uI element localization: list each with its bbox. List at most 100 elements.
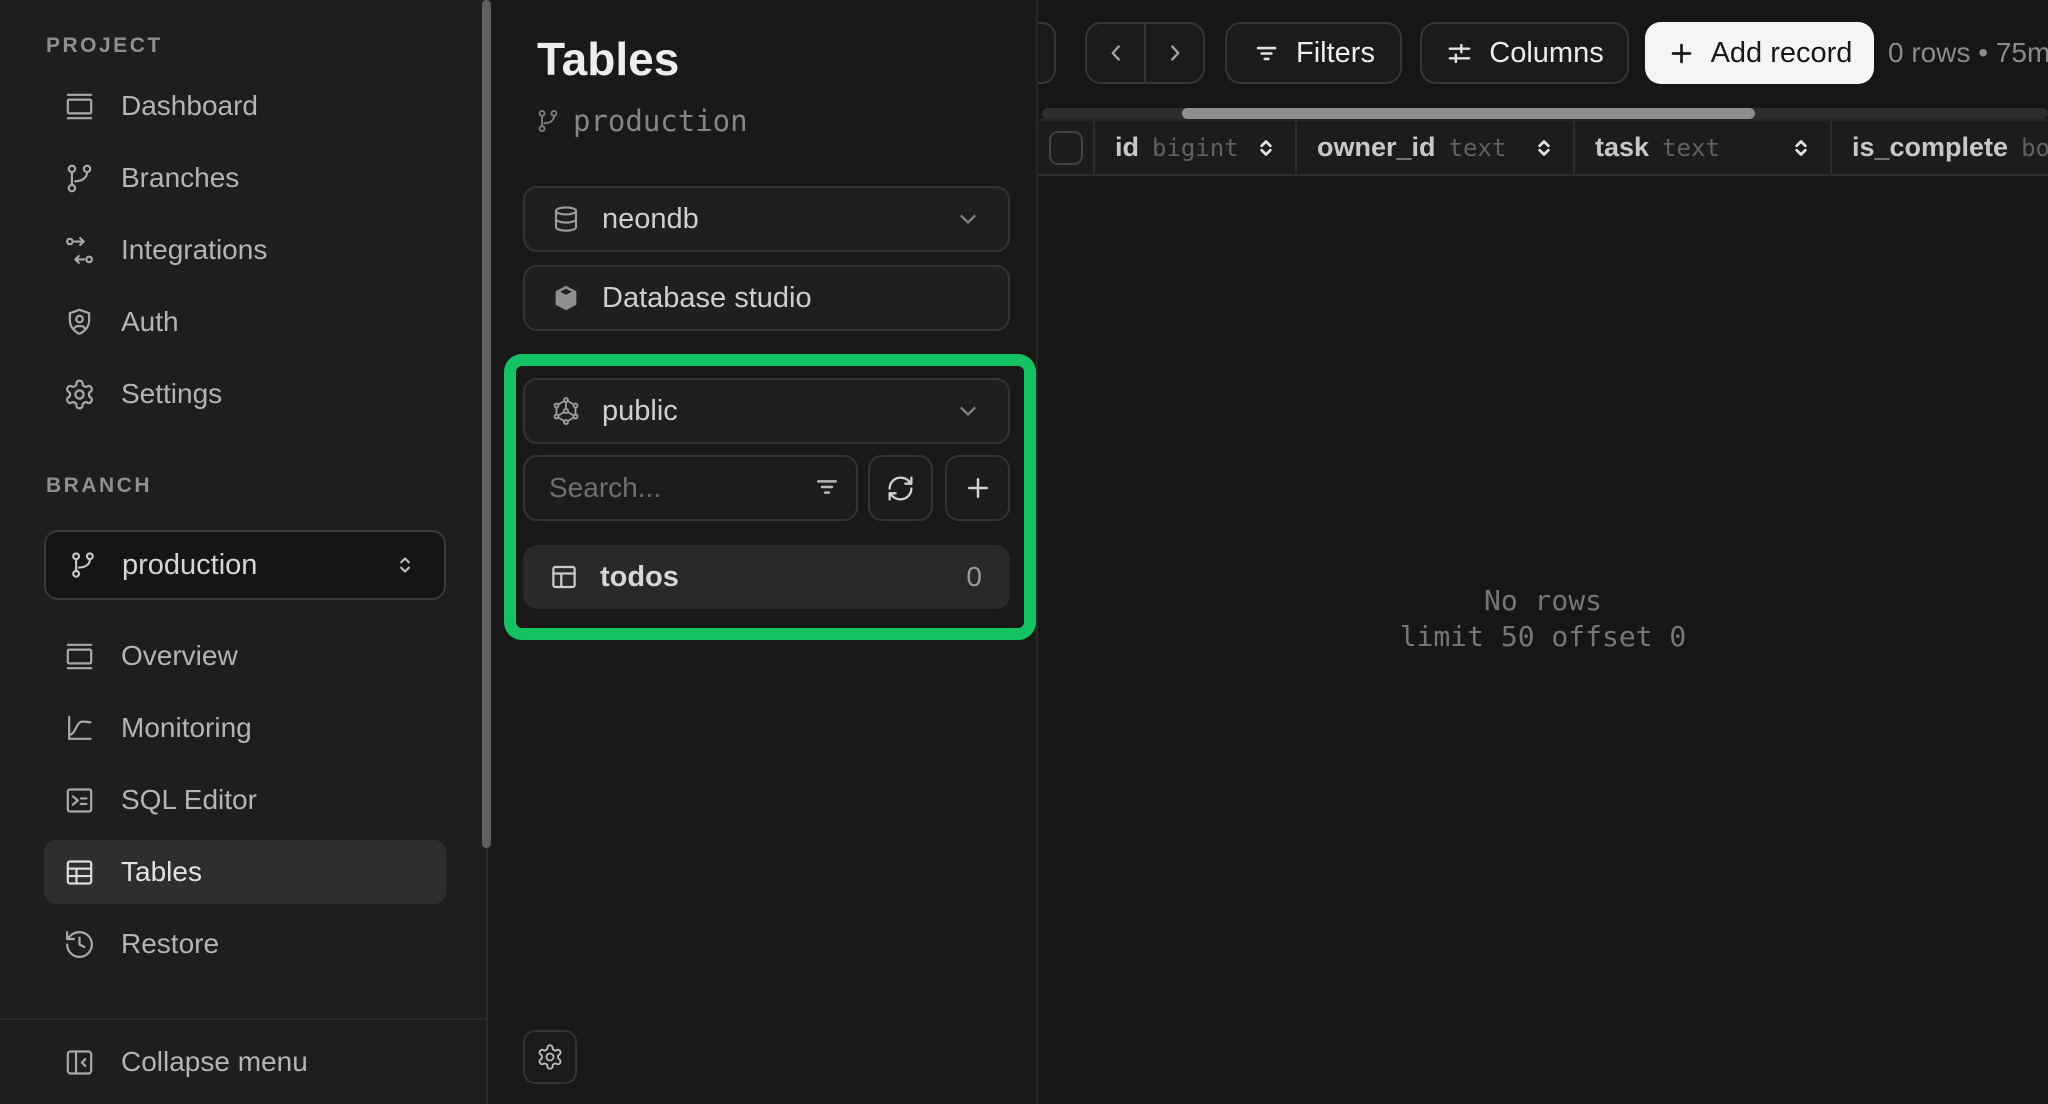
sidebar-footer: Collapse menu	[0, 1018, 486, 1104]
sidebar-item-label: Dashboard	[121, 90, 258, 122]
pagination-control	[1085, 22, 1205, 84]
sidebar-item-settings[interactable]: Settings	[44, 362, 446, 426]
sidebar-item-integrations[interactable]: Integrations	[44, 218, 446, 282]
column-type: text	[1449, 134, 1507, 162]
columns-sliders-icon	[1445, 39, 1474, 68]
empty-state-secondary: limit 50 offset 0	[1038, 619, 2048, 655]
columns-button-label: Columns	[1489, 37, 1603, 70]
page-title: Tables	[537, 30, 679, 88]
columns-button[interactable]: Columns	[1420, 22, 1629, 84]
column-type: bigint	[1152, 134, 1239, 162]
refresh-icon	[886, 474, 915, 503]
sidebar-item-branches[interactable]: Branches	[44, 146, 446, 210]
chevron-down-icon	[954, 205, 982, 233]
sidebar-item-label: SQL Editor	[121, 784, 257, 816]
filter-icon[interactable]	[812, 472, 842, 502]
sidebar-item-label: Tables	[121, 856, 202, 888]
sidebar: PROJECT Dashboard Branches Integrations …	[0, 0, 488, 1104]
integrations-icon	[63, 234, 96, 267]
table-row-count: 0	[966, 561, 982, 593]
chevrons-up-down-icon	[392, 552, 418, 578]
gear-icon	[63, 378, 96, 411]
horizontal-scrollbar-thumb[interactable]	[1182, 108, 1755, 119]
column-header-task[interactable]: task text	[1575, 121, 1832, 174]
branch-icon	[535, 108, 561, 134]
table-search	[523, 455, 858, 521]
column-type: bool	[2021, 134, 2048, 162]
filters-button-label: Filters	[1296, 37, 1375, 70]
table-name: todos	[600, 561, 945, 594]
data-view: Filters Columns Add record 0 rows • 75ms…	[1036, 0, 2048, 1104]
sidebar-item-overview[interactable]: Overview	[44, 624, 446, 688]
column-name: id	[1115, 132, 1139, 163]
database-selector[interactable]: neondb	[523, 186, 1010, 252]
sort-icon[interactable]	[1788, 135, 1814, 161]
chevron-down-icon	[954, 397, 982, 425]
sidebar-item-restore[interactable]: Restore	[44, 912, 446, 976]
sidebar-item-label: Integrations	[121, 234, 267, 266]
auth-shield-icon	[63, 306, 96, 339]
column-header-id[interactable]: id bigint	[1095, 121, 1297, 174]
database-icon	[551, 204, 581, 234]
sidebar-item-tables[interactable]: Tables	[44, 840, 446, 904]
app-root: PROJECT Dashboard Branches Integrations …	[0, 0, 2048, 1104]
tables-icon	[63, 856, 96, 889]
next-page-button[interactable]	[1144, 24, 1203, 82]
add-record-label: Add record	[1711, 37, 1853, 70]
database-selector-value: neondb	[602, 203, 933, 236]
branch-selector[interactable]: production	[44, 530, 446, 600]
table-icon	[549, 562, 579, 592]
panel-settings-button[interactable]	[523, 1030, 577, 1084]
tables-panel: Tables production neondb Database studio	[488, 0, 1036, 1104]
sidebar-item-label: Branches	[121, 162, 239, 194]
database-studio-button[interactable]: Database studio	[523, 265, 1010, 331]
prev-page-button[interactable]	[1087, 24, 1144, 82]
breadcrumb: production	[535, 104, 748, 138]
branch-icon	[63, 162, 96, 195]
horizontal-scrollbar	[1042, 108, 2048, 119]
studio-cube-icon	[551, 283, 581, 313]
database-studio-label: Database studio	[602, 282, 982, 315]
sort-icon[interactable]	[1531, 135, 1557, 161]
sidebar-item-label: Overview	[121, 640, 238, 672]
search-input[interactable]	[523, 455, 858, 521]
plus-icon	[963, 473, 993, 503]
select-all-checkbox[interactable]	[1049, 131, 1083, 165]
add-record-button[interactable]: Add record	[1645, 22, 1874, 84]
schema-selector-value: public	[602, 395, 933, 428]
plus-icon	[1667, 39, 1696, 68]
sidebar-item-sql-editor[interactable]: SQL Editor	[44, 768, 446, 832]
sort-icon[interactable]	[1253, 135, 1279, 161]
branch-selector-value: production	[122, 549, 368, 582]
empty-state: No rows limit 50 offset 0	[1038, 583, 2048, 655]
sidebar-item-auth[interactable]: Auth	[44, 290, 446, 354]
select-all-cell	[1038, 121, 1095, 174]
column-type: text	[1662, 134, 1720, 162]
collapse-menu-label: Collapse menu	[121, 1046, 308, 1078]
toolbar-cutoff-button[interactable]	[1036, 22, 1056, 84]
sidebar-item-label: Restore	[121, 928, 219, 960]
sidebar-item-label: Monitoring	[121, 712, 252, 744]
filters-button[interactable]: Filters	[1225, 22, 1402, 84]
sidebar-item-dashboard[interactable]: Dashboard	[44, 74, 446, 138]
column-header-owner-id[interactable]: owner_id text	[1297, 121, 1575, 174]
sidebar-scrollbar-thumb[interactable]	[482, 0, 491, 848]
filter-icon	[1252, 39, 1281, 68]
monitoring-icon	[63, 712, 96, 745]
chevron-left-icon	[1103, 40, 1129, 66]
column-header-is-complete[interactable]: is_complete bool	[1832, 121, 2048, 174]
add-table-button[interactable]	[945, 455, 1010, 521]
restore-history-icon	[63, 928, 96, 961]
project-section-label: PROJECT	[46, 34, 486, 58]
branch-icon	[68, 550, 98, 580]
sidebar-item-label: Settings	[121, 378, 222, 410]
sidebar-item-label: Auth	[121, 306, 179, 338]
collapse-menu-button[interactable]: Collapse menu	[0, 1019, 486, 1104]
table-list-item-todos[interactable]: todos 0	[523, 545, 1010, 609]
refresh-button[interactable]	[868, 455, 933, 521]
chevron-right-icon	[1162, 40, 1188, 66]
schema-selector[interactable]: public	[523, 378, 1010, 444]
dashboard-icon	[63, 90, 96, 123]
sidebar-item-monitoring[interactable]: Monitoring	[44, 696, 446, 760]
column-name: owner_id	[1317, 132, 1436, 163]
